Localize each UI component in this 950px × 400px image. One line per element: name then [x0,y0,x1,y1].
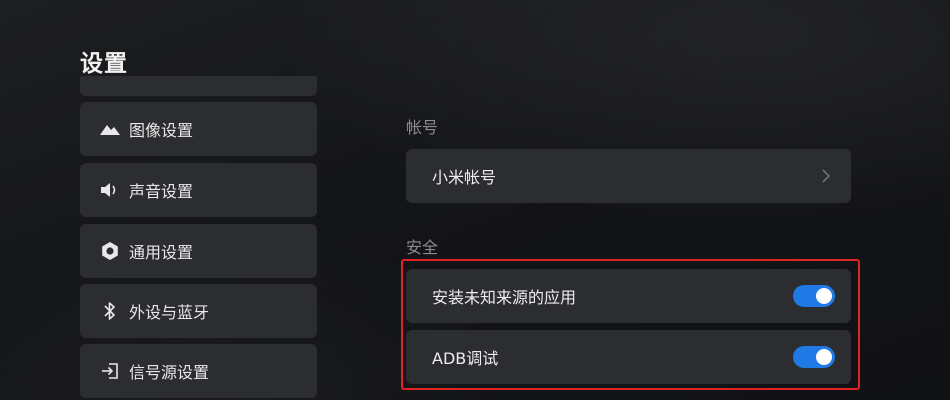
sidebar-item-label: 声音设置 [129,182,194,201]
chevron-right-icon [817,167,835,185]
section-header-account: 帐号 [406,118,439,137]
section-header-security: 安全 [406,238,439,257]
sidebar-item-label: 信号源设置 [129,363,210,382]
unknown-sources-label: 安装未知来源的应用 [432,288,577,307]
toggle-knob [816,288,832,304]
mi-account-label: 小米帐号 [432,168,497,187]
sidebar-item-label: 图像设置 [129,121,194,140]
adb-debug-label: ADB调试 [432,349,499,368]
input-source-icon [99,360,121,382]
adb-debug-toggle[interactable] [793,346,835,368]
sidebar-item-label: 外设与蓝牙 [129,303,210,322]
bluetooth-icon [99,300,121,322]
sidebar-item-label: 通用设置 [129,243,194,262]
sidebar-item-bluetooth[interactable]: 外设与蓝牙 [80,284,317,338]
picture-mountain-icon [99,118,121,140]
sidebar-item-partial[interactable] [80,76,317,96]
page-title: 设置 [80,51,128,77]
unknown-sources-toggle[interactable] [793,285,835,307]
mi-account-row[interactable]: 小米帐号 [406,149,851,203]
speaker-icon [99,179,121,201]
sidebar-item-sound[interactable]: 声音设置 [80,163,317,217]
sidebar-item-general[interactable]: 通用设置 [80,224,317,278]
gear-icon [99,240,121,262]
adb-debug-row[interactable]: ADB调试 [406,330,851,384]
unknown-sources-row[interactable]: 安装未知来源的应用 [406,269,851,323]
toggle-knob [816,349,832,365]
sidebar-item-picture[interactable]: 图像设置 [80,102,317,156]
sidebar-item-input-source[interactable]: 信号源设置 [80,344,317,398]
